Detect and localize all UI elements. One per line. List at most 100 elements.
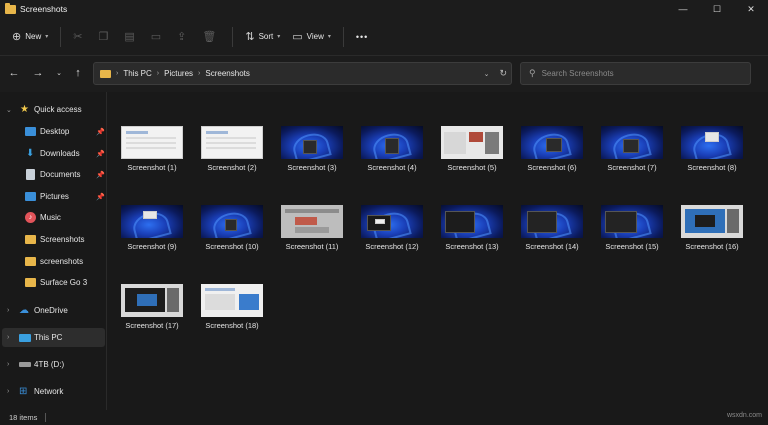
view-label: View [306,32,324,41]
file-item[interactable]: Screenshot (17) [112,276,192,348]
sidebar-item-network[interactable]: › ⊞ Network [0,382,106,401]
sidebar-item-label: Documents [40,170,81,179]
sort-icon: ⇅ [245,31,255,43]
share-button[interactable]: ⇪ [171,24,196,50]
file-thumbnail [521,126,583,159]
more-options-button[interactable]: ••• [350,24,374,50]
sidebar-item-screenshots-lowercase[interactable]: screenshots [0,252,106,271]
chevron-down-icon[interactable]: ⌄ [6,106,12,114]
close-button[interactable]: ✕ [734,0,768,18]
chevron-right-icon[interactable]: › [7,307,9,314]
sidebar-item-music[interactable]: ♪ Music [0,208,106,227]
address-bar[interactable]: › This PC › Pictures › Screenshots ⌄ ↻ [93,62,512,85]
up-arrow-icon[interactable]: ↑ [69,64,87,82]
file-thumbnail [601,126,663,159]
chevron-right-icon[interactable]: › [7,361,9,368]
address-actions: ⌄ ↻ [484,63,507,84]
copy-button[interactable]: ❐ [92,24,118,50]
sidebar-item-pictures[interactable]: Pictures 📌 [0,187,106,206]
file-item[interactable]: Screenshot (13) [432,197,512,269]
view-button[interactable]: ▭ View ▾ [286,24,337,50]
file-item[interactable]: Screenshot (7) [592,118,672,190]
file-item[interactable]: Screenshot (6) [512,118,592,190]
file-thumbnail [281,126,343,159]
file-name: Screenshot (18) [205,321,259,330]
folder-icon [25,278,36,287]
maximize-button[interactable]: ☐ [700,0,734,18]
file-name: Screenshot (5) [447,163,497,172]
file-thumbnail [681,126,743,159]
refresh-icon[interactable]: ↻ [499,68,507,79]
file-item[interactable]: Screenshot (5) [432,118,512,190]
status-divider [45,413,47,422]
sidebar-item-downloads[interactable]: ⬇ Downloads 📌 [0,144,106,163]
file-name: Screenshot (7) [607,163,657,172]
sidebar-item-onedrive[interactable]: › ☁ OneDrive [0,301,106,320]
file-thumbnail [121,284,183,317]
sidebar-item-quick-access[interactable]: ⌄ ★ Quick access [0,100,106,119]
sidebar-item-label: Quick access [34,105,82,114]
minimize-button[interactable]: — [666,0,700,18]
file-item[interactable]: Screenshot (9) [112,197,192,269]
sidebar-item-surface-go-3[interactable]: Surface Go 3 [0,273,106,292]
pane-divider[interactable] [106,92,107,410]
sidebar-item-label: Network [34,387,64,396]
search-icon: ⚲ [529,68,536,78]
recent-locations-chevron-icon[interactable]: ⌄ [50,64,68,82]
file-thumbnail [361,126,423,159]
file-item[interactable]: Screenshot (15) [592,197,672,269]
sidebar-item-this-pc[interactable]: › This PC [2,328,105,347]
window-controls: — ☐ ✕ [666,0,768,18]
sidebar-item-label: Screenshots [40,235,85,244]
file-name: Screenshot (1) [127,163,177,172]
file-item[interactable]: Screenshot (2) [192,118,272,190]
sidebar-item-documents[interactable]: Documents 📌 [0,165,106,184]
back-arrow-icon[interactable]: ← [5,64,23,82]
sidebar-item-desktop[interactable]: Desktop 📌 [0,122,106,141]
file-name: Screenshot (3) [287,163,337,172]
file-thumbnail [681,205,743,238]
sidebar-item-label: Desktop [40,127,70,136]
sidebar-item-label: 4TB (D:) [34,360,65,369]
breadcrumb-pictures[interactable]: Pictures [164,69,193,78]
file-item[interactable]: Screenshot (14) [512,197,592,269]
sidebar-item-drive-d[interactable]: › 4TB (D:) [0,355,106,374]
chevron-down-icon[interactable]: ⌄ [484,70,490,78]
chevron-right-icon[interactable]: › [7,334,9,341]
computer-icon [19,333,31,342]
breadcrumb-this-pc[interactable]: This PC [123,69,151,78]
sidebar-item-label: Downloads [40,149,80,158]
sort-button[interactable]: ⇅ Sort ▾ [239,24,286,50]
paste-button[interactable]: ▤ [118,24,144,50]
sidebar-item-label: Pictures [40,192,69,201]
folder-icon [5,2,16,14]
chevron-down-icon: ▾ [45,34,49,40]
folder-icon [100,69,111,78]
search-box[interactable]: ⚲ [520,62,751,85]
rename-button[interactable]: ▭ [145,24,171,50]
cut-button[interactable]: ✂ [67,24,92,50]
new-button[interactable]: ⊕ New ▾ [6,24,54,50]
music-icon: ♪ [25,212,36,223]
chevron-right-icon[interactable]: › [7,388,9,395]
file-item[interactable]: Screenshot (4) [352,118,432,190]
search-input[interactable] [541,69,732,78]
chevron-down-icon: ▾ [277,34,281,40]
file-item[interactable]: Screenshot (8) [672,118,752,190]
file-name: Screenshot (14) [525,242,579,251]
breadcrumb-screenshots[interactable]: Screenshots [205,69,249,78]
delete-button[interactable]: 🗑 [196,24,226,50]
file-item[interactable]: Screenshot (3) [272,118,352,190]
file-item[interactable]: Screenshot (1) [112,118,192,190]
file-thumbnail [281,205,343,238]
file-item[interactable]: Screenshot (18) [192,276,272,348]
chevron-right-icon: › [156,70,160,77]
file-item[interactable]: Screenshot (12) [352,197,432,269]
forward-arrow-icon[interactable]: → [29,64,47,82]
file-grid: Screenshot (1) Screenshot (2) Screenshot… [110,118,768,410]
file-item[interactable]: Screenshot (11) [272,197,352,269]
file-thumbnail [521,205,583,238]
sidebar-item-screenshots[interactable]: Screenshots [0,230,106,249]
file-item[interactable]: Screenshot (10) [192,197,272,269]
file-item[interactable]: Screenshot (16) [672,197,752,269]
